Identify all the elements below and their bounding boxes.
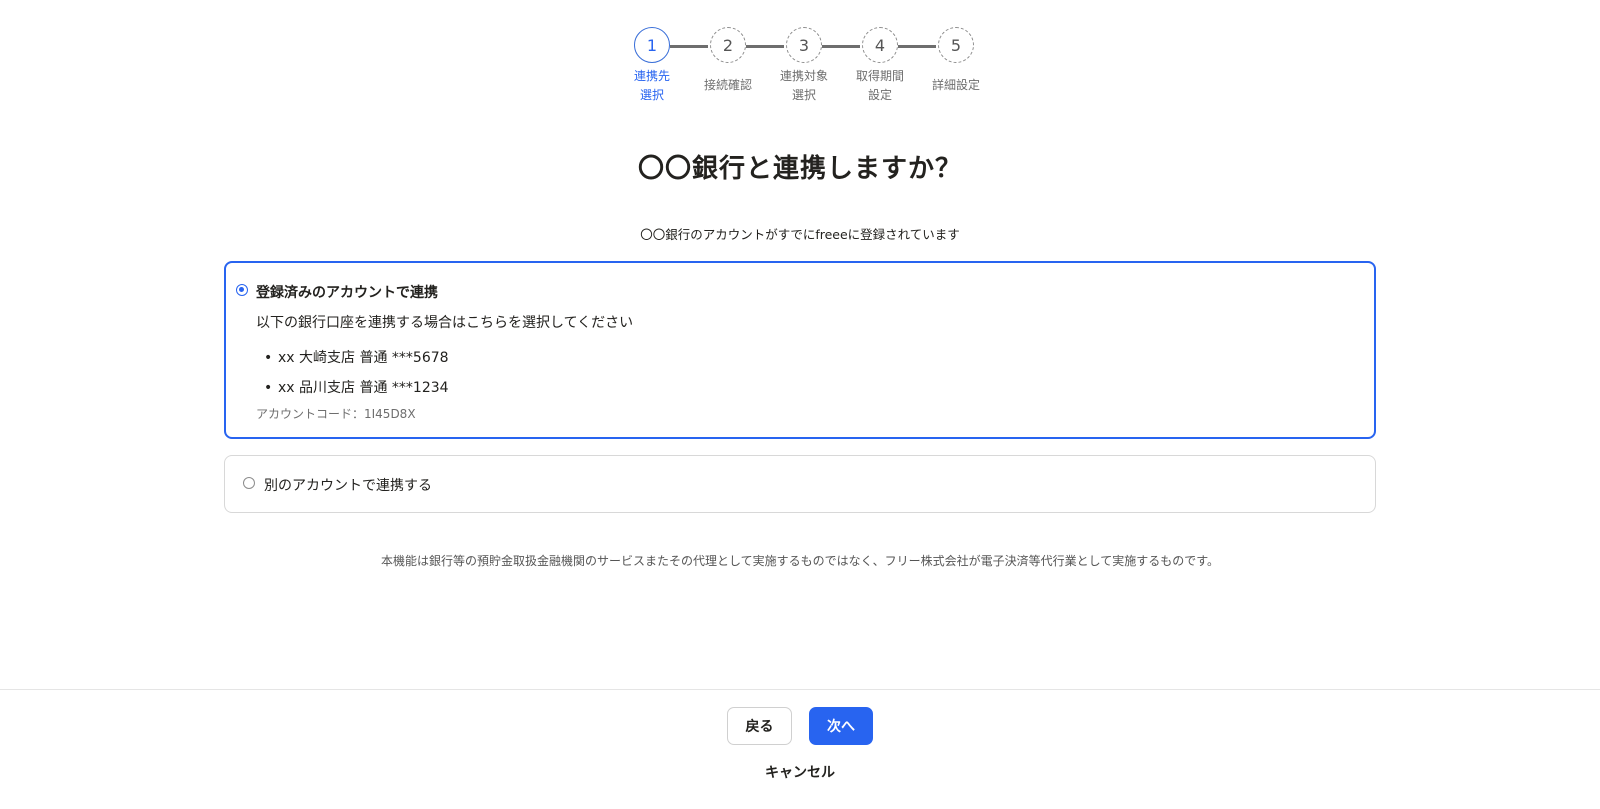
- page-title: 〇〇銀行と連携しますか？: [637, 154, 962, 184]
- option-registered-account[interactable]: 登録済みのアカウントで連携 以下の銀行口座を連携する場合はこちらを選択してくださ…: [224, 261, 1376, 439]
- account-name: xx 品川支店 普通 ***1234: [278, 380, 449, 396]
- step-5: 5 詳細設定: [911, 27, 1001, 95]
- step-number: 2: [710, 27, 746, 63]
- bullet-icon: •: [264, 380, 273, 396]
- option-label: 別のアカウントで連携する: [264, 478, 432, 494]
- next-button[interactable]: 次へ: [809, 707, 873, 745]
- step-number: 5: [938, 27, 974, 63]
- step-number: 1: [634, 27, 670, 63]
- account-name: xx 大崎支店 普通 ***5678: [278, 350, 449, 366]
- account-list: • xx 大崎支店 普通 ***5678 • xx 品川支店 普通 ***1234: [264, 343, 449, 403]
- step-label: 詳細設定: [931, 78, 980, 92]
- footer-divider: [0, 689, 1600, 690]
- progress-stepper: 1 連携先 選択 2 接続確認 3 連携対象 選択 4 取得期間 設定 5 詳細…: [609, 27, 989, 111]
- bullet-icon: •: [264, 350, 273, 366]
- option-other-account[interactable]: 別のアカウントで連携する: [224, 455, 1376, 513]
- step-number: 4: [862, 27, 898, 63]
- option-label: 登録済みのアカウントで連携: [256, 285, 438, 301]
- radio-unchecked-icon[interactable]: [243, 477, 255, 489]
- page-subtitle: 〇〇銀行のアカウントがすでにfreeeに登録されています: [640, 227, 960, 242]
- back-button[interactable]: 戻る: [727, 707, 792, 745]
- page: 1 連携先 選択 2 接続確認 3 連携対象 選択 4 取得期間 設定 5 詳細…: [0, 0, 1600, 809]
- radio-checked-icon[interactable]: [236, 284, 248, 296]
- option-description: 以下の銀行口座を連携する場合はこちらを選択してください: [256, 315, 634, 331]
- list-item: • xx 大崎支店 普通 ***5678: [264, 343, 449, 373]
- account-code: アカウントコード：1I45D8X: [256, 407, 416, 421]
- list-item: • xx 品川支店 普通 ***1234: [264, 373, 449, 403]
- step-number: 3: [786, 27, 822, 63]
- cancel-link[interactable]: キャンセル: [765, 765, 835, 781]
- disclaimer-text: 本機能は銀行等の預貯金取扱金融機関のサービスまたその代理として実施するものではな…: [380, 554, 1220, 568]
- cancel-link-wrapper: キャンセル: [0, 762, 1600, 782]
